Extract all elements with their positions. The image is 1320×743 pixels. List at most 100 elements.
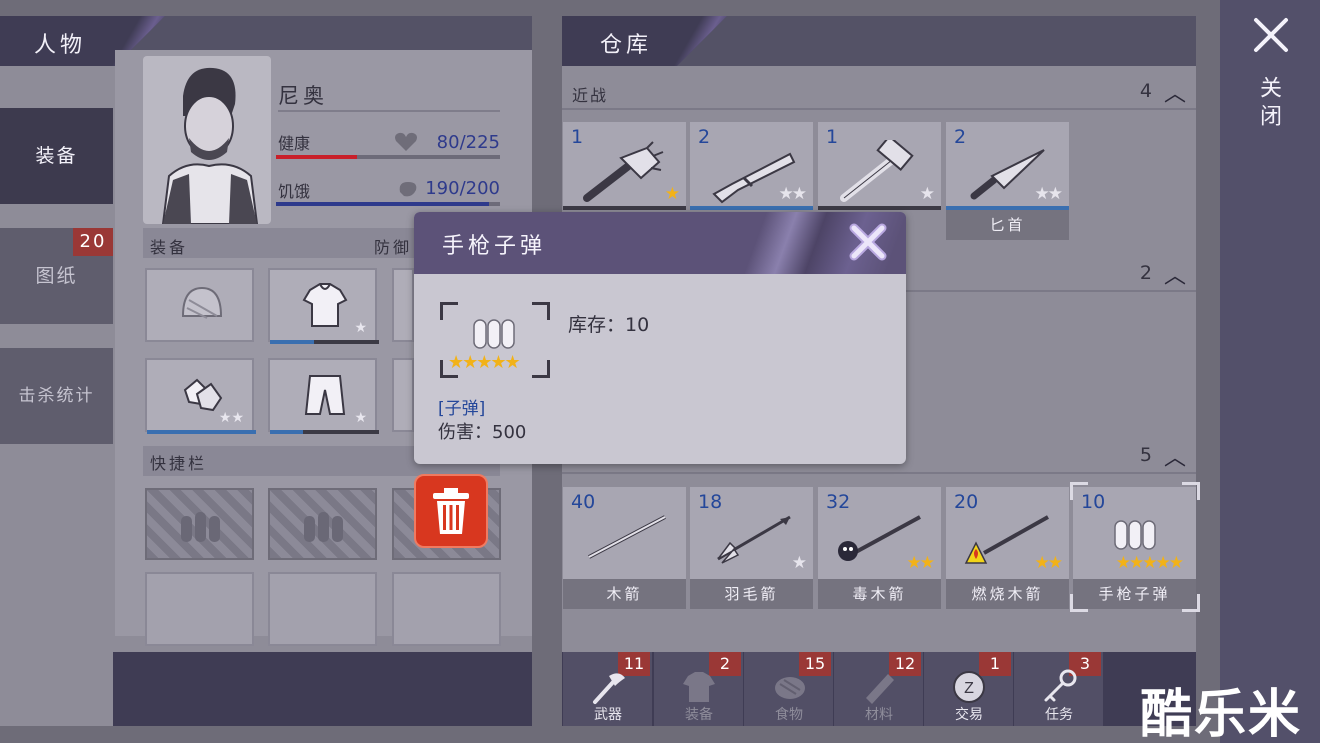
chevron-up-icon[interactable]: ︿ [1164, 440, 1186, 472]
storage-header-title: 仓库 [600, 33, 653, 58]
star-icon: ★ [354, 410, 367, 426]
equip-slot-body[interactable]: ★ [268, 268, 379, 344]
shirt-icon [302, 283, 348, 327]
shirt-icon [683, 672, 715, 702]
slot-durability-fill [147, 430, 256, 434]
tab-label: 交易 [955, 707, 983, 723]
frame-corner [532, 360, 550, 378]
quickbar-slot-6[interactable] [392, 572, 501, 646]
trash-button[interactable] [414, 474, 488, 548]
item-gun[interactable]: 2 ★★ [690, 122, 813, 210]
wood-icon [866, 674, 894, 704]
tab-label: 食物 [775, 707, 803, 723]
durability-fill [690, 206, 813, 210]
category-2-count: 2 [1139, 262, 1152, 284]
equip-slot-legs[interactable]: ★ [268, 358, 379, 434]
chevron-up-icon[interactable]: ︿ [1164, 258, 1186, 290]
star-icon: ★★ [778, 184, 808, 204]
durability-bar [563, 206, 686, 210]
item-fire-arrow[interactable]: 20 ★★ 燃烧木箭 [946, 487, 1069, 609]
item-feather-arrow[interactable]: 18 ★ 羽毛箭 [690, 487, 813, 609]
durability-fill [818, 206, 941, 210]
ammo-icon [181, 512, 220, 542]
equip-section-label: 装备 [150, 238, 189, 257]
close-label[interactable]: 关闭 [1254, 76, 1284, 132]
tab-blueprints[interactable]: 图纸 20 [0, 228, 113, 324]
tab-materials[interactable]: 12 材料 [834, 652, 924, 726]
item-detail-popup: 手枪子弹 ★★★★★ 库存：10 [子弹] 伤害：500 [414, 212, 906, 464]
item-poison-arrow[interactable]: 32 ★★ 毒木箭 [818, 487, 941, 609]
left-bottom-bar [113, 652, 532, 726]
item-name: 毒木箭 [818, 579, 941, 609]
frame-corner [1182, 594, 1200, 612]
pants-icon [304, 375, 346, 415]
popup-damage: 伤害：500 [438, 422, 527, 443]
slot-durability-bar [147, 430, 256, 434]
key-icon [1044, 669, 1077, 702]
hunger-label: 饥饿 [278, 182, 311, 201]
tab-quests[interactable]: 3 任务 [1014, 652, 1104, 726]
hunger-value: 190/200 [425, 178, 500, 199]
quickbar-slot-2[interactable] [268, 488, 377, 560]
star-icon: ★★ [1034, 553, 1064, 573]
category-melee-count: 4 [1139, 80, 1152, 102]
axe-icon [593, 673, 625, 704]
name-underline [278, 110, 500, 112]
item-hammer[interactable]: 1 ★ [818, 122, 941, 210]
tab-food[interactable]: 15 食物 [744, 652, 834, 726]
health-bar-fill [276, 155, 357, 159]
tab-label: 材料 [865, 707, 893, 723]
category-melee[interactable]: 近战 4 ︿ [562, 76, 1196, 110]
tab-equipment-label: 装备 [35, 145, 78, 167]
slot-durability-fill [270, 430, 303, 434]
health-value: 80/225 [436, 132, 500, 153]
quickbar-label: 快捷栏 [150, 454, 208, 473]
category-melee-label: 近战 [572, 86, 609, 105]
star-icon: ★★ [1034, 184, 1064, 204]
equip-slot-extra[interactable] [392, 268, 414, 342]
watermark: 酷乐米 [1140, 685, 1303, 743]
item-wood-arrow[interactable]: 40 木箭 [563, 487, 686, 609]
star-icon: ★ [919, 184, 935, 204]
character-name: 尼奥 [278, 84, 328, 108]
helmet-icon [181, 286, 223, 319]
equip-slot-head[interactable] [145, 268, 254, 342]
durability-fill [563, 206, 686, 210]
star-icon: ★ [354, 320, 367, 336]
category-divider [562, 472, 1196, 474]
equip-slot-hands[interactable]: ★★ [145, 358, 256, 434]
tab-kill-stats[interactable]: 击杀统计 [0, 348, 113, 444]
equip-slot-extra-2[interactable] [392, 358, 414, 432]
meat-icon [775, 677, 805, 699]
popup-title: 手枪子弹 [442, 234, 547, 259]
defense-section-label: 防御 [374, 238, 413, 257]
hunger-bar [276, 202, 500, 206]
item-name: 匕首 [946, 210, 1069, 240]
purple-x-icon[interactable] [846, 220, 890, 264]
chevron-up-icon[interactable]: ︿ [1164, 76, 1186, 108]
blueprints-badge: 20 [73, 228, 113, 256]
tab-weapons[interactable]: 11 武器 [563, 652, 653, 726]
tab-label: 武器 [594, 707, 622, 723]
quickbar-slot-1[interactable] [145, 488, 254, 560]
tab-equipment-storage[interactable]: 2 装备 [654, 652, 744, 726]
quickbar-slot-5[interactable] [268, 572, 377, 646]
tab-trade[interactable]: 1 Z 交易 [924, 652, 1014, 726]
star-icon: ★★ [906, 553, 936, 573]
star-icon: ★ [791, 553, 807, 573]
durability-bar [818, 206, 941, 210]
popup-stock: 库存：10 [568, 314, 650, 336]
tab-equipment[interactable]: 装备 [0, 108, 113, 204]
close-x-icon[interactable] [1248, 12, 1294, 58]
tab-kill-stats-label: 击杀统计 [18, 386, 95, 406]
hunger-bar-fill [276, 202, 489, 206]
quickbar-slot-4[interactable] [145, 572, 254, 646]
star-icon: ★ [664, 184, 680, 204]
item-axe[interactable]: 1 ★ [563, 122, 686, 210]
ammo-icon [304, 512, 343, 542]
bullets-icon [473, 319, 515, 349]
category-divider [562, 108, 1196, 110]
popup-header: 手枪子弹 [414, 212, 906, 274]
item-dagger[interactable]: 2 ★★ 匕首 [946, 122, 1069, 240]
tab-label: 装备 [685, 707, 713, 723]
